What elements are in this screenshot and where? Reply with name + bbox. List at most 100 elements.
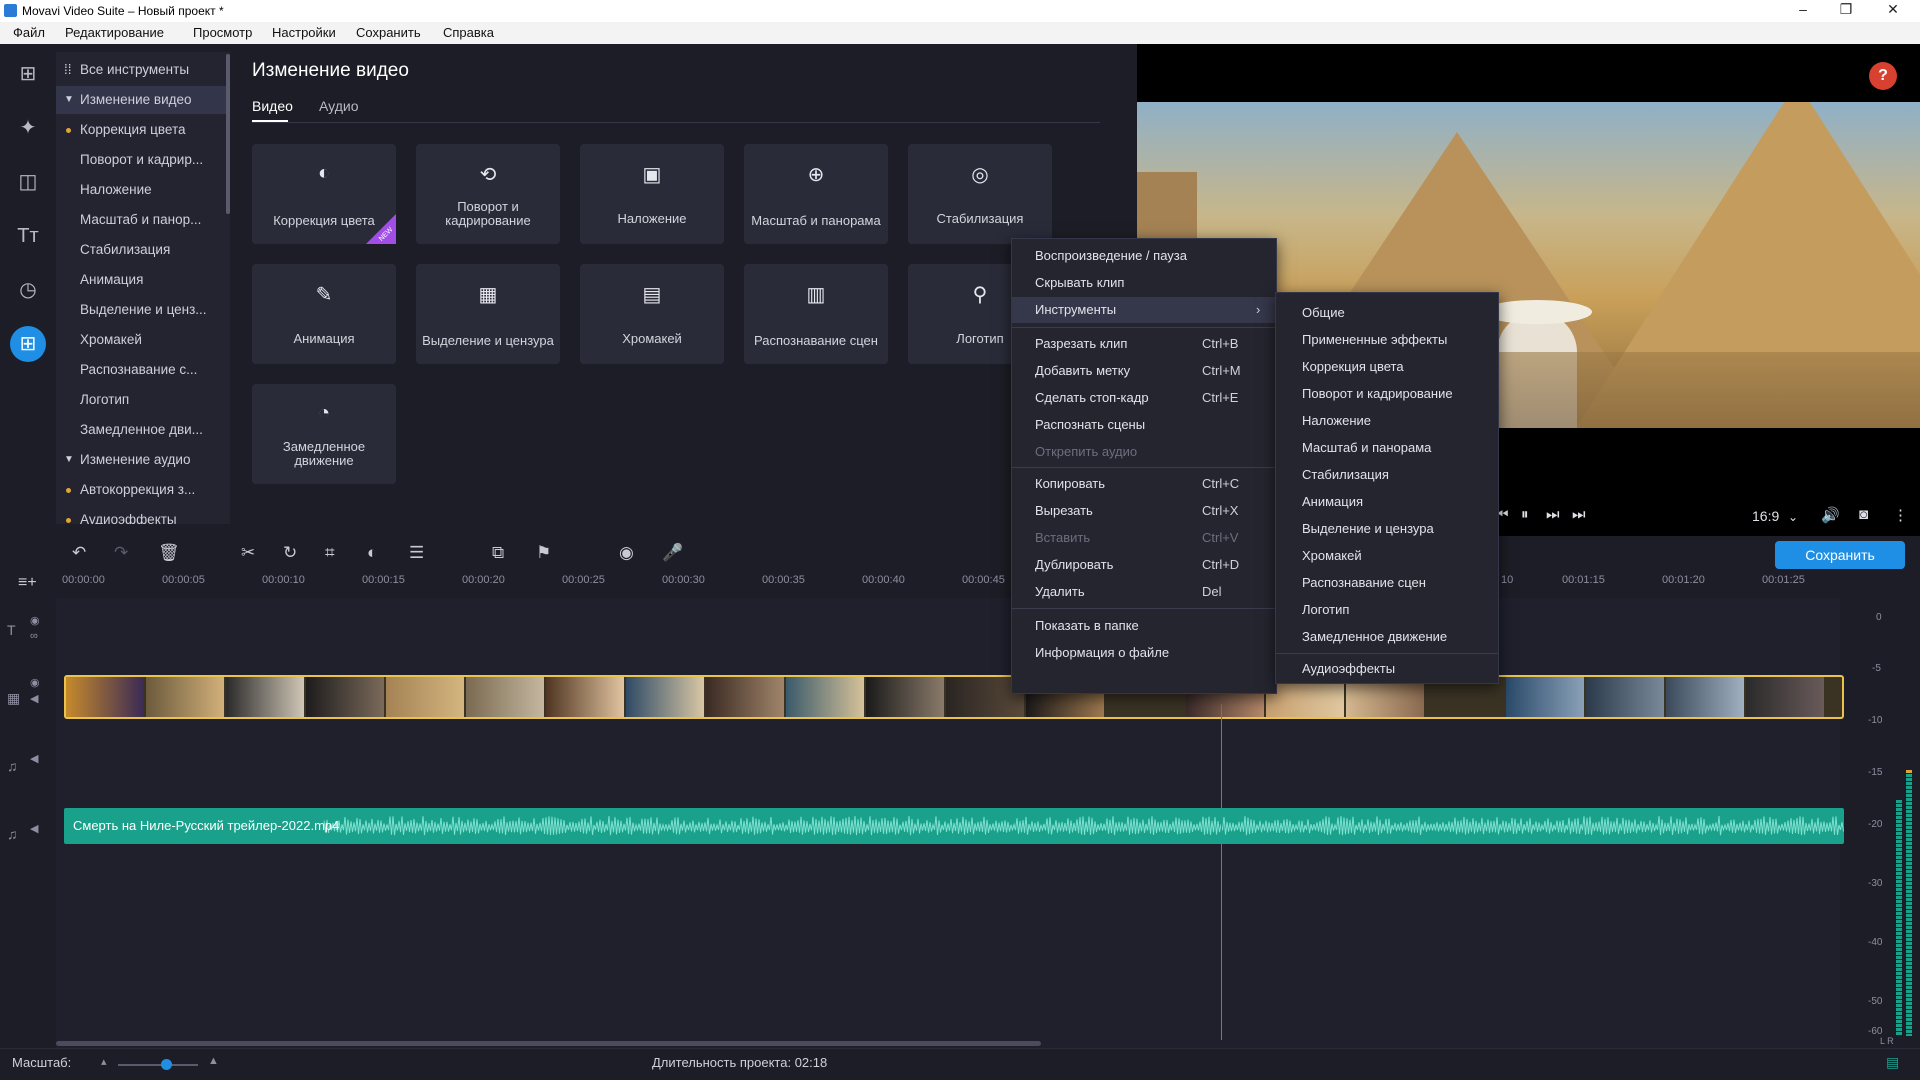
volume-icon[interactable]: ◀ — [30, 752, 38, 765]
audio-clip[interactable]: Смерть на Ниле-Русский трейлер-2022.mp4 — [64, 808, 1844, 844]
adjust-icon[interactable]: ☰ — [409, 543, 424, 563]
pause-icon[interactable]: ⏸ — [1521, 506, 1529, 523]
zoom-out-icon[interactable]: ▴ — [101, 1055, 107, 1068]
menu-item-duplicate[interactable]: Дублировать Ctrl+D — [1012, 552, 1276, 578]
submenu-item[interactable]: Анимация — [1302, 494, 1363, 509]
sidebar-scrollbar[interactable] — [226, 54, 230, 214]
playhead[interactable] — [1221, 704, 1222, 1040]
sidebar-item[interactable]: Стабилизация — [56, 236, 230, 264]
menu-save[interactable]: Сохранить — [356, 25, 421, 40]
submenu-item[interactable]: Аудиоэффекты — [1302, 661, 1395, 676]
import-icon[interactable]: ⊞ — [10, 56, 46, 92]
maximize-icon[interactable]: ❐ — [1826, 1, 1866, 18]
color-icon[interactable]: ◐ — [367, 543, 377, 563]
submenu-item[interactable]: Коррекция цвета — [1302, 359, 1404, 374]
link-icon[interactable]: ∞ — [30, 630, 38, 642]
sidebar-item[interactable]: Поворот и кадрир... — [56, 146, 230, 174]
card-animation[interactable]: ✎ Анимация — [252, 264, 396, 364]
submenu-item[interactable]: Масштаб и панорама — [1302, 440, 1431, 455]
group-video[interactable]: ▼ Изменение видео — [56, 86, 230, 114]
sidebar-item[interactable]: Коррекция цвета — [56, 116, 230, 144]
sidebar-item[interactable]: Логотип — [56, 386, 230, 414]
magic-wand-icon[interactable]: ✦ — [10, 110, 46, 146]
menu-item-cut[interactable]: Вырезать Ctrl+X — [1012, 498, 1276, 524]
card-chroma-key[interactable]: ▤ Хромакей — [580, 264, 724, 364]
submenu-item[interactable]: Распознавание сцен — [1302, 575, 1426, 590]
sidebar-item[interactable]: Наложение — [56, 176, 230, 204]
submenu-item[interactable]: Общие — [1302, 305, 1345, 320]
transitions-icon[interactable]: ◫ — [10, 164, 46, 200]
more-icon[interactable]: ⋮ — [1893, 506, 1908, 524]
sidebar-item[interactable]: Распознавание с... — [56, 356, 230, 384]
card-scene-detection[interactable]: ▥ Распознавание сцен — [744, 264, 888, 364]
sidebar-item[interactable]: Аудиоэффекты — [56, 506, 230, 524]
submenu-item[interactable]: Стабилизация — [1302, 467, 1389, 482]
stickers-icon[interactable]: ◷ — [10, 272, 46, 308]
sidebar-item[interactable]: Автокоррекция з... — [56, 476, 230, 504]
submenu-item[interactable]: Наложение — [1302, 413, 1371, 428]
add-track-icon[interactable]: ≡+ — [18, 574, 37, 592]
card-highlight-censor[interactable]: ▦ Выделение и цензура — [416, 264, 560, 364]
insert-icon[interactable]: ⧉ — [492, 543, 504, 563]
zoom-slider-thumb[interactable] — [161, 1059, 172, 1070]
menu-item-add-marker[interactable]: Добавить метку Ctrl+M — [1012, 358, 1276, 384]
submenu-item[interactable]: Логотип — [1302, 602, 1349, 617]
menu-item-show-in-folder[interactable]: Показать в папке — [1012, 613, 1276, 639]
submenu-item[interactable]: Примененные эффекты — [1302, 332, 1447, 347]
aspect-ratio-select[interactable]: 16:9 — [1752, 508, 1779, 524]
tab-video[interactable]: Видео — [252, 98, 293, 114]
zoom-slider-track[interactable] — [118, 1064, 198, 1066]
menu-item-freeze-frame[interactable]: Сделать стоп-кадр Ctrl+E — [1012, 385, 1276, 411]
submenu-item[interactable]: Замедленное движение — [1302, 629, 1447, 644]
sidebar-item[interactable]: Хромакей — [56, 326, 230, 354]
tools-icon[interactable]: ⊞ — [10, 326, 46, 362]
save-button[interactable]: Сохранить — [1775, 541, 1905, 569]
group-audio[interactable]: ▼ Изменение аудио — [56, 446, 230, 474]
menu-view[interactable]: Просмотр — [193, 25, 252, 40]
sidebar-item[interactable]: Анимация — [56, 266, 230, 294]
submenu-item[interactable]: Хромакей — [1302, 548, 1362, 563]
menu-settings[interactable]: Настройки — [272, 25, 336, 40]
card-stabilization[interactable]: ◎ Стабилизация — [908, 144, 1052, 244]
all-tools-item[interactable]: ⁞⁞ Все инструменты — [56, 56, 230, 84]
menu-item-play-pause[interactable]: Воспроизведение / пауза — [1012, 243, 1276, 269]
delete-icon[interactable]: 🗑 — [158, 543, 180, 563]
card-rotate-crop[interactable]: ⟲ Поворот и кадрирование — [416, 144, 560, 244]
menu-item-delete[interactable]: Удалить Del — [1012, 579, 1276, 605]
tab-audio[interactable]: Аудио — [319, 98, 359, 114]
eye-icon[interactable]: ◉ — [30, 614, 40, 627]
menu-item-copy[interactable]: Копировать Ctrl+C — [1012, 471, 1276, 497]
mute-icon[interactable]: ◀ — [30, 692, 38, 705]
menu-file[interactable]: Файл — [13, 25, 45, 40]
cut-icon[interactable]: ✂ — [241, 543, 255, 563]
card-pan-zoom[interactable]: ⊕ Масштаб и панорама — [744, 144, 888, 244]
eye-icon[interactable]: ◉ — [30, 676, 40, 689]
undo-icon[interactable]: ↶ — [72, 543, 86, 563]
flag-icon[interactable]: ⚑ — [536, 543, 551, 563]
submenu-item[interactable]: Выделение и цензура — [1302, 521, 1434, 536]
zoom-in-icon[interactable]: ▲ — [208, 1055, 219, 1067]
crop-icon[interactable]: ⌗ — [325, 543, 335, 563]
microphone-icon[interactable]: 🎤 — [662, 543, 683, 563]
sidebar-item[interactable]: Замедленное дви... — [56, 416, 230, 444]
redo-icon[interactable]: ↷ — [114, 543, 128, 563]
sidebar-item[interactable]: Масштаб и панор... — [56, 206, 230, 234]
chevron-down-icon[interactable]: ⌄ — [1788, 510, 1798, 524]
volume-icon[interactable]: 🔊 — [1821, 506, 1840, 524]
record-icon[interactable]: ◉ — [619, 543, 634, 563]
menu-item-split[interactable]: Разрезать клип Ctrl+B — [1012, 331, 1276, 357]
skip-end-icon[interactable]: ⏭ — [1572, 506, 1586, 523]
sidebar-item[interactable]: Выделение и ценз... — [56, 296, 230, 324]
timeline-scrollbar[interactable] — [56, 1041, 1041, 1046]
menu-item-file-info[interactable]: Информация о файле — [1012, 640, 1276, 666]
card-color-correction[interactable]: ◐ Коррекция цвета NEW — [252, 144, 396, 244]
submenu-item[interactable]: Поворот и кадрирование — [1302, 386, 1453, 401]
menu-item-tools[interactable]: Инструменты › — [1012, 297, 1276, 323]
card-slow-motion[interactable]: ◔ Замедленное движение — [252, 384, 396, 484]
titles-icon[interactable]: Tт — [10, 218, 46, 254]
help-button[interactable]: ? — [1869, 62, 1897, 90]
next-frame-icon[interactable]: ⏭ — [1546, 506, 1560, 523]
video-clip[interactable] — [64, 675, 1844, 719]
rotate-icon[interactable]: ↻ — [283, 543, 297, 563]
menu-item-hide-clip[interactable]: Скрывать клип — [1012, 270, 1276, 296]
